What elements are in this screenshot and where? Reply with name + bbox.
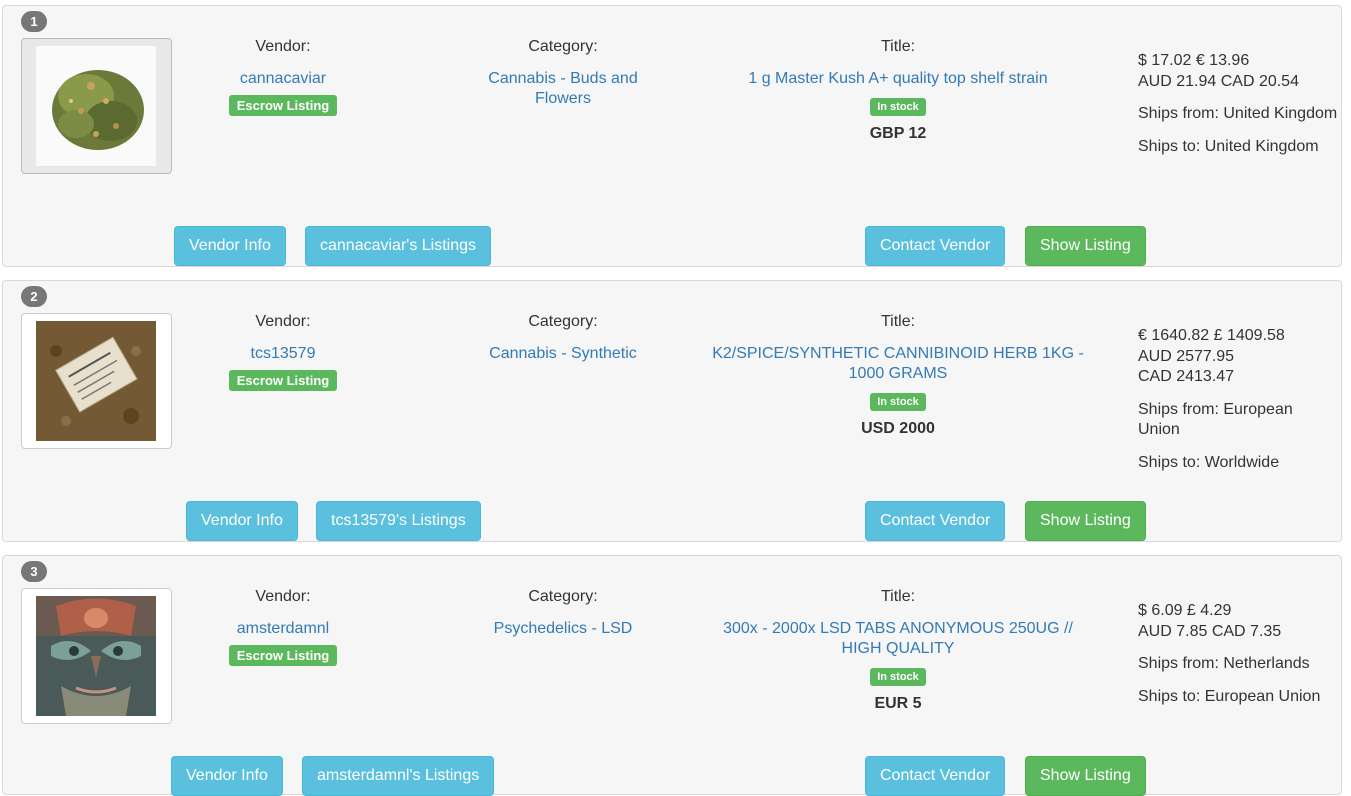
- title-column: Title: 1 g Master Kush A+ quality top sh…: [693, 38, 1103, 143]
- category-link[interactable]: Cannabis - Buds and Flowers: [458, 69, 668, 109]
- category-column: Category: Psychedelics - LSD: [458, 588, 668, 639]
- herb-bag-image: [36, 321, 156, 441]
- ships-to: Ships to: Worldwide: [1138, 453, 1280, 471]
- rank-badge: 2: [21, 286, 47, 307]
- vendor-listings-button[interactable]: tcs13579's Listings: [316, 501, 481, 541]
- listing-thumbnail[interactable]: [21, 38, 172, 174]
- vendor-label: Vendor:: [255, 588, 311, 605]
- title-link[interactable]: 1 g Master Kush A+ quality top shelf str…: [693, 69, 1103, 89]
- listing-price: GBP 12: [869, 125, 927, 142]
- contact-vendor-button[interactable]: Contact Vendor: [865, 756, 1006, 796]
- ships-to: Ships to: European Union: [1138, 687, 1321, 705]
- show-listing-button[interactable]: Show Listing: [1025, 226, 1146, 266]
- price-line: AUD 21.94 CAD 20.54: [1138, 72, 1299, 90]
- escrow-badge: Escrow Listing: [228, 95, 338, 116]
- category-link[interactable]: Psychedelics - LSD: [458, 619, 668, 639]
- vendor-info-button[interactable]: Vendor Info: [171, 756, 283, 796]
- title-label: Title:: [880, 588, 916, 605]
- price-line: $ 6.09 £ 4.29: [1138, 602, 1232, 619]
- ships-from: Ships from: European Union: [1138, 400, 1293, 439]
- vendor-info-button[interactable]: Vendor Info: [186, 501, 298, 541]
- title-label: Title:: [880, 313, 916, 330]
- title-label: Title:: [880, 38, 916, 55]
- price-line: CAD 2413.47: [1138, 368, 1235, 385]
- stock-badge: In stock: [870, 393, 926, 411]
- price-line: € 1640.82 £ 1409.58: [1138, 327, 1285, 344]
- vendor-label: Vendor:: [255, 38, 311, 55]
- category-link[interactable]: Cannabis - Synthetic: [458, 344, 668, 364]
- show-listing-button[interactable]: Show Listing: [1025, 756, 1146, 796]
- listing-card: 1 Vendor: cannacaviar Escrow Listing Cat…: [2, 5, 1342, 267]
- title-column: Title: K2/SPICE/SYNTHETIC CANNIBINOID HE…: [693, 313, 1103, 438]
- price-info: $ 17.02 € 13.96 AUD 21.94 CAD 20.54 Ship…: [1138, 51, 1338, 157]
- title-link[interactable]: K2/SPICE/SYNTHETIC CANNIBINOID HERB 1KG …: [693, 344, 1103, 384]
- category-column: Category: Cannabis - Buds and Flowers: [458, 38, 668, 109]
- vendor-link[interactable]: cannacaviar: [178, 69, 388, 89]
- ships-to: Ships to: United Kingdom: [1138, 137, 1319, 155]
- price-line: AUD 7.85 CAD 7.35: [1138, 622, 1282, 640]
- vendor-column: Vendor: tcs13579 Escrow Listing: [178, 313, 388, 391]
- psychedelic-art-image: [36, 596, 156, 716]
- title-column: Title: 300x - 2000x LSD TABS ANONYMOUS 2…: [693, 588, 1103, 713]
- listing-price: EUR 5: [874, 695, 922, 712]
- rank-badge: 3: [21, 561, 47, 582]
- vendor-label: Vendor:: [255, 313, 311, 330]
- listing-price: USD 2000: [861, 420, 935, 437]
- contact-vendor-button[interactable]: Contact Vendor: [865, 226, 1006, 266]
- title-link[interactable]: 300x - 2000x LSD TABS ANONYMOUS 250UG //…: [693, 619, 1103, 659]
- price-line: $ 17.02 € 13.96: [1138, 52, 1250, 69]
- contact-vendor-button[interactable]: Contact Vendor: [865, 501, 1006, 541]
- price-info: $ 6.09 £ 4.29 AUD 7.85 CAD 7.35 Ships fr…: [1138, 601, 1338, 707]
- vendor-listings-button[interactable]: cannacaviar's Listings: [305, 226, 492, 266]
- category-label: Category:: [528, 588, 598, 605]
- vendor-link[interactable]: amsterdamnl: [178, 619, 388, 639]
- escrow-badge: Escrow Listing: [228, 645, 338, 666]
- price-info: € 1640.82 £ 1409.58 AUD 2577.95 CAD 2413…: [1138, 326, 1338, 473]
- price-line: AUD 2577.95: [1138, 347, 1235, 365]
- vendor-listings-button[interactable]: amsterdamnl's Listings: [302, 756, 495, 796]
- category-label: Category:: [528, 38, 598, 55]
- category-column: Category: Cannabis - Synthetic: [458, 313, 668, 364]
- listing-card: 2 Vendor: tcs13579 Escrow Listing Catego…: [2, 280, 1342, 542]
- stock-badge: In stock: [870, 98, 926, 116]
- ships-from: Ships from: Netherlands: [1138, 655, 1310, 672]
- vendor-info-button[interactable]: Vendor Info: [174, 226, 286, 266]
- vendor-link[interactable]: tcs13579: [178, 344, 388, 364]
- listing-thumbnail[interactable]: [21, 588, 172, 724]
- category-label: Category:: [528, 313, 598, 330]
- cannabis-bud-image: [36, 46, 156, 166]
- stock-badge: In stock: [870, 668, 926, 686]
- vendor-column: Vendor: cannacaviar Escrow Listing: [178, 38, 388, 116]
- vendor-column: Vendor: amsterdamnl Escrow Listing: [178, 588, 388, 666]
- listing-card: 3 Vendor: amsterdamnl Escrow Listing Cat…: [2, 555, 1342, 796]
- rank-badge: 1: [21, 11, 47, 32]
- escrow-badge: Escrow Listing: [228, 370, 338, 391]
- listing-thumbnail[interactable]: [21, 313, 172, 449]
- ships-from: Ships from: United Kingdom: [1138, 105, 1338, 122]
- show-listing-button[interactable]: Show Listing: [1025, 501, 1146, 541]
